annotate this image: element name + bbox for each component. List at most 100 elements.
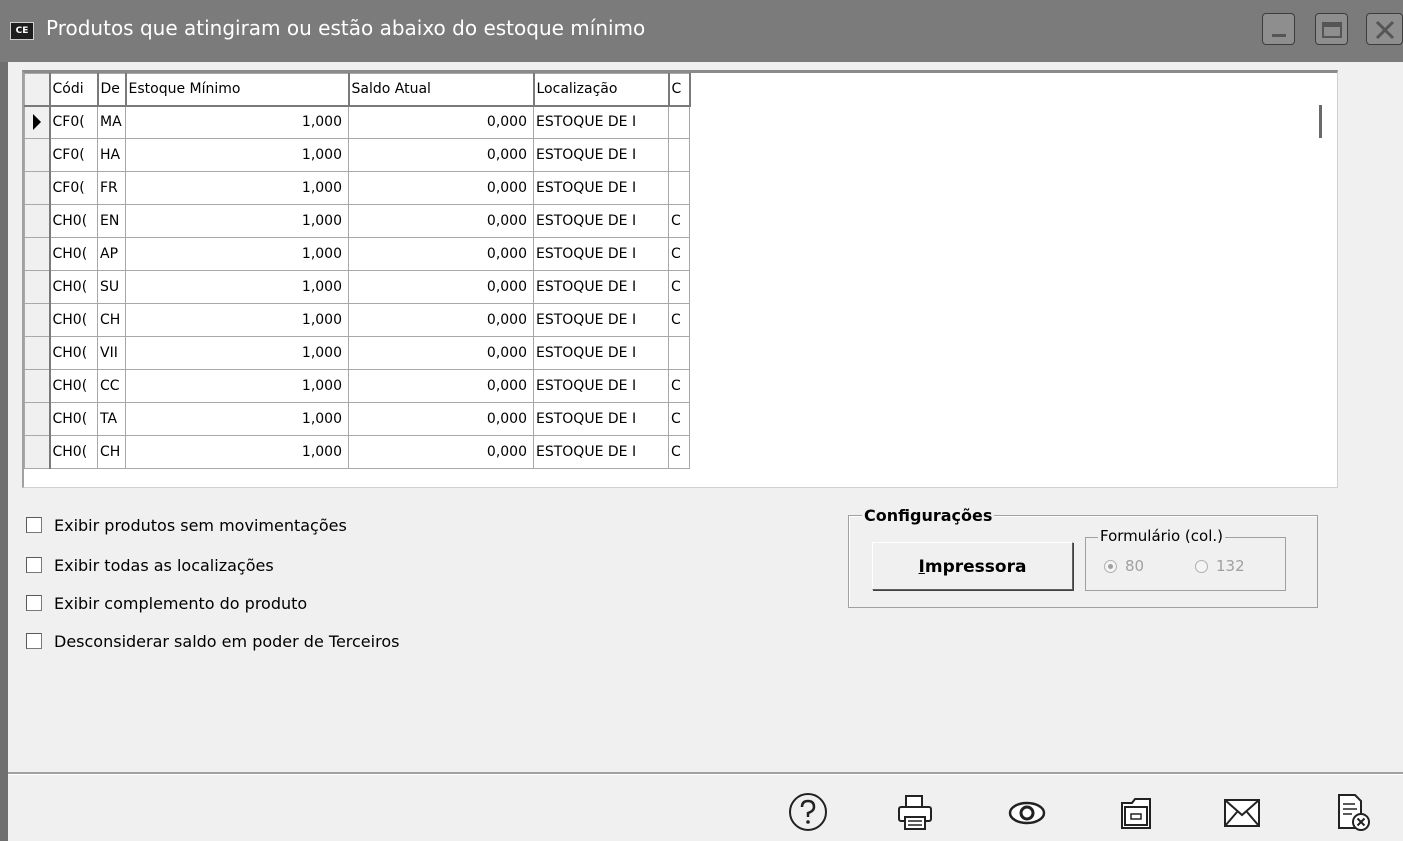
- checkbox-box[interactable]: [26, 517, 42, 533]
- column-header[interactable]: Localização: [533, 73, 670, 107]
- column-header[interactable]: Saldo Atual: [348, 73, 535, 107]
- minimize-button[interactable]: [1262, 13, 1295, 45]
- cell-localizacao[interactable]: ESTOQUE DE I: [533, 270, 669, 304]
- checkbox-desconsiderar-terceiros[interactable]: Desconsiderar saldo em poder de Terceiro…: [26, 629, 399, 653]
- close-report-button[interactable]: [1330, 790, 1376, 836]
- cell-c[interactable]: [668, 105, 690, 139]
- radio-132[interactable]: 132: [1195, 557, 1245, 575]
- cell-codigo[interactable]: CH0(: [49, 435, 98, 469]
- radio-button[interactable]: [1104, 559, 1117, 573]
- cell-c[interactable]: [668, 138, 690, 172]
- table-row[interactable]: CH0( VII 1,000 0,000 ESTOQUE DE I: [24, 336, 690, 370]
- checkbox-exibir-complemento[interactable]: Exibir complemento do produto: [26, 591, 307, 615]
- cell-c[interactable]: C: [668, 303, 690, 337]
- cell-descricao[interactable]: CC: [97, 369, 126, 403]
- cell-descricao[interactable]: CH: [97, 303, 126, 337]
- table-row[interactable]: CH0( AP 1,000 0,000 ESTOQUE DE I C: [24, 237, 690, 271]
- cell-saldo-atual[interactable]: 0,000: [348, 369, 534, 403]
- cell-codigo[interactable]: CH0(: [49, 303, 98, 337]
- cell-codigo[interactable]: CF0(: [49, 138, 98, 172]
- cell-localizacao[interactable]: ESTOQUE DE I: [533, 105, 669, 139]
- cell-descricao[interactable]: VII: [97, 336, 126, 370]
- cell-c[interactable]: C: [668, 402, 690, 436]
- cell-c[interactable]: C: [668, 204, 690, 238]
- cell-estoque-minimo[interactable]: 1,000: [125, 237, 349, 271]
- cell-c[interactable]: C: [668, 237, 690, 271]
- cell-saldo-atual[interactable]: 0,000: [348, 435, 534, 469]
- grid-scrollbar-thumb[interactable]: [1319, 105, 1322, 138]
- checkbox-exibir-localizacoes[interactable]: Exibir todas as localizações: [26, 553, 274, 577]
- cell-codigo[interactable]: CH0(: [49, 369, 98, 403]
- cell-localizacao[interactable]: ESTOQUE DE I: [533, 336, 669, 370]
- preview-button[interactable]: [1004, 790, 1050, 836]
- cell-codigo[interactable]: CH0(: [49, 237, 98, 271]
- products-grid[interactable]: Códi De Estoque Mínimo Saldo Atual Local…: [22, 70, 1338, 488]
- cell-codigo[interactable]: CF0(: [49, 171, 98, 205]
- table-row[interactable]: CF0( FR 1,000 0,000 ESTOQUE DE I: [24, 171, 690, 205]
- cell-saldo-atual[interactable]: 0,000: [348, 270, 534, 304]
- column-header[interactable]: C: [668, 73, 691, 107]
- cell-saldo-atual[interactable]: 0,000: [348, 336, 534, 370]
- close-button[interactable]: [1366, 13, 1403, 45]
- table-row[interactable]: CH0( EN 1,000 0,000 ESTOQUE DE I C: [24, 204, 690, 238]
- cell-descricao[interactable]: AP: [97, 237, 126, 271]
- cell-c[interactable]: [668, 171, 690, 205]
- cell-estoque-minimo[interactable]: 1,000: [125, 402, 349, 436]
- cell-saldo-atual[interactable]: 0,000: [348, 204, 534, 238]
- cell-estoque-minimo[interactable]: 1,000: [125, 303, 349, 337]
- cell-saldo-atual[interactable]: 0,000: [348, 171, 534, 205]
- cell-localizacao[interactable]: ESTOQUE DE I: [533, 435, 669, 469]
- help-button[interactable]: [785, 790, 831, 836]
- cell-localizacao[interactable]: ESTOQUE DE I: [533, 138, 669, 172]
- cell-descricao[interactable]: TA: [97, 402, 126, 436]
- cell-descricao[interactable]: EN: [97, 204, 126, 238]
- cell-saldo-atual[interactable]: 0,000: [348, 303, 534, 337]
- column-header[interactable]: Estoque Mínimo: [125, 73, 350, 107]
- cell-saldo-atual[interactable]: 0,000: [348, 138, 534, 172]
- folder-button[interactable]: [1114, 790, 1160, 836]
- radio-button[interactable]: [1195, 559, 1208, 573]
- table-row[interactable]: CF0( MA 1,000 0,000 ESTOQUE DE I: [24, 105, 690, 139]
- email-button[interactable]: [1220, 790, 1266, 836]
- cell-localizacao[interactable]: ESTOQUE DE I: [533, 204, 669, 238]
- print-button[interactable]: [893, 790, 939, 836]
- cell-c[interactable]: [668, 336, 690, 370]
- cell-codigo[interactable]: CF0(: [49, 105, 98, 139]
- cell-saldo-atual[interactable]: 0,000: [348, 237, 534, 271]
- column-header[interactable]: Códi: [49, 73, 99, 107]
- checkbox-exibir-sem-movimentacoes[interactable]: Exibir produtos sem movimentações: [26, 513, 347, 537]
- cell-descricao[interactable]: FR: [97, 171, 126, 205]
- table-row[interactable]: CH0( CC 1,000 0,000 ESTOQUE DE I C: [24, 369, 690, 403]
- table-row[interactable]: CH0( TA 1,000 0,000 ESTOQUE DE I C: [24, 402, 690, 436]
- cell-localizacao[interactable]: ESTOQUE DE I: [533, 303, 669, 337]
- cell-descricao[interactable]: MA: [97, 105, 126, 139]
- cell-descricao[interactable]: CH: [97, 435, 126, 469]
- cell-c[interactable]: C: [668, 270, 690, 304]
- cell-descricao[interactable]: HA: [97, 138, 126, 172]
- cell-localizacao[interactable]: ESTOQUE DE I: [533, 369, 669, 403]
- cell-estoque-minimo[interactable]: 1,000: [125, 171, 349, 205]
- cell-descricao[interactable]: SU: [97, 270, 126, 304]
- cell-localizacao[interactable]: ESTOQUE DE I: [533, 237, 669, 271]
- checkbox-box[interactable]: [26, 557, 42, 573]
- maximize-button[interactable]: [1315, 13, 1348, 45]
- cell-codigo[interactable]: CH0(: [49, 270, 98, 304]
- table-row[interactable]: CF0( HA 1,000 0,000 ESTOQUE DE I: [24, 138, 690, 172]
- cell-localizacao[interactable]: ESTOQUE DE I: [533, 402, 669, 436]
- cell-localizacao[interactable]: ESTOQUE DE I: [533, 171, 669, 205]
- table-row[interactable]: CH0( CH 1,000 0,000 ESTOQUE DE I C: [24, 303, 690, 337]
- checkbox-box[interactable]: [26, 633, 42, 649]
- table-row[interactable]: CH0( CH 1,000 0,000 ESTOQUE DE I C: [24, 435, 690, 469]
- cell-estoque-minimo[interactable]: 1,000: [125, 336, 349, 370]
- cell-c[interactable]: C: [668, 435, 690, 469]
- checkbox-box[interactable]: [26, 595, 42, 611]
- column-header[interactable]: De: [97, 73, 127, 107]
- cell-estoque-minimo[interactable]: 1,000: [125, 138, 349, 172]
- cell-codigo[interactable]: CH0(: [49, 204, 98, 238]
- cell-estoque-minimo[interactable]: 1,000: [125, 204, 349, 238]
- cell-estoque-minimo[interactable]: 1,000: [125, 270, 349, 304]
- radio-80[interactable]: 80: [1104, 557, 1144, 575]
- cell-estoque-minimo[interactable]: 1,000: [125, 369, 349, 403]
- cell-saldo-atual[interactable]: 0,000: [348, 402, 534, 436]
- cell-codigo[interactable]: CH0(: [49, 336, 98, 370]
